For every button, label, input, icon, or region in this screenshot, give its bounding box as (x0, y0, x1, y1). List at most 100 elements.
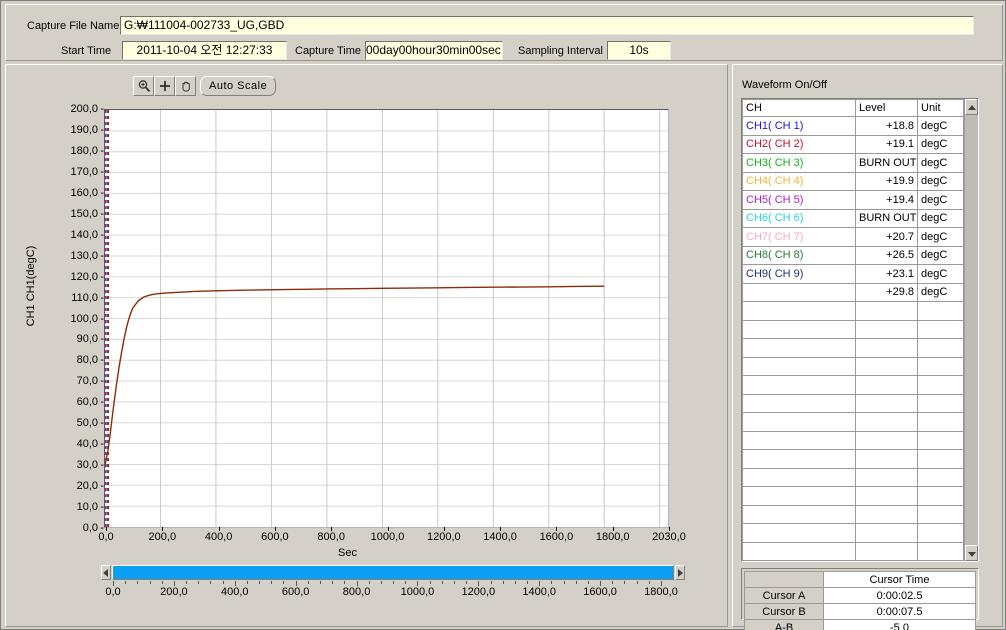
table-row-empty[interactable] (742, 430, 964, 450)
channel-table-container[interactable]: CH Level Unit CH1( CH 1) +18.8 degC CH2( CH… (741, 98, 979, 562)
scroll-left-button[interactable] (101, 565, 111, 580)
table-row-empty[interactable] (742, 375, 964, 395)
table-row[interactable]: CH7( CH 7) +20.7 degC (742, 227, 964, 247)
channel-name-cell[interactable]: CH6( CH 6) (742, 208, 856, 228)
column-header-level[interactable]: Level (855, 99, 918, 117)
plot-container[interactable] (104, 109, 669, 528)
channel-name-cell[interactable]: CH3( CH 3) (742, 153, 856, 173)
channel-unit-cell: degC (917, 227, 964, 247)
crosshair-icon (158, 79, 172, 93)
cursor-row-value: 0:00:02.5 (823, 587, 976, 604)
channel-name-cell[interactable]: CH4( CH 4) (742, 171, 856, 191)
table-row-empty[interactable] (742, 467, 964, 487)
channel-unit-cell: degC (917, 134, 964, 154)
magnifier-zoom-icon (137, 79, 151, 93)
table-row-empty[interactable] (742, 504, 964, 524)
time-scrollbar[interactable] (101, 565, 685, 580)
ruler-tick-label: 400,0 (221, 586, 249, 598)
magnifier-zoom-button[interactable] (133, 76, 154, 96)
channel-unit-cell: degC (917, 282, 964, 302)
channel-scroll-track[interactable] (965, 115, 978, 545)
channel-name-cell[interactable]: CH9( CH 9) (742, 264, 856, 284)
y-axis-tick-label: 90,0- (76, 333, 104, 346)
capture-time-label: Capture Time (295, 45, 362, 57)
ruler-tick-label: 200,0 (160, 586, 188, 598)
table-row[interactable]: CH1( CH 1) +18.8 degC (742, 116, 964, 136)
table-row-empty[interactable] (742, 393, 964, 413)
empty-cell (917, 338, 964, 358)
table-row-empty[interactable] (742, 301, 964, 321)
channel-name-cell[interactable]: CH1( CH 1) (742, 116, 856, 136)
ruler-minor-tick (307, 581, 309, 584)
empty-cell (855, 393, 918, 413)
table-row-empty[interactable] (742, 523, 964, 543)
empty-cell (742, 356, 856, 376)
start-time-field[interactable]: 2011-10-04 오전 12:27:33 (122, 41, 287, 60)
pan-hand-button[interactable] (175, 76, 196, 96)
plot-area[interactable] (104, 109, 669, 528)
table-row-empty[interactable] (742, 486, 964, 506)
y-axis-tick-label: 160,0- (70, 186, 104, 199)
ruler-tick-label: 1000,0 (400, 586, 435, 598)
hand-pan-icon (179, 79, 193, 93)
ruler-minor-tick (466, 581, 468, 584)
ruler-minor-tick (575, 581, 577, 584)
table-row-empty[interactable] (742, 356, 964, 376)
scroll-down-button[interactable] (965, 545, 978, 561)
ruler-minor-tick (441, 581, 443, 584)
ruler-minor-tick (612, 581, 614, 584)
channel-table-scrollbar[interactable] (964, 99, 978, 561)
column-header-unit[interactable]: Unit (917, 99, 964, 117)
ruler-minor-tick (624, 581, 626, 584)
ruler-minor-tick (332, 581, 334, 584)
crosshair-button[interactable] (154, 76, 175, 96)
y-axis-tick-label: 200,0- (70, 103, 104, 115)
cursor-row-value: -5.0 (823, 619, 976, 630)
channel-name-cell[interactable]: CH2( CH 2) (742, 134, 856, 154)
column-header-ch[interactable]: CH (742, 99, 856, 117)
y-axis-tick-label: 50,0- (76, 417, 104, 430)
channel-name-cell[interactable]: CH7( CH 7) (742, 227, 856, 247)
table-row[interactable]: CH5( CH 5) +19.4 degC (742, 190, 964, 210)
ruler-minor-tick (186, 581, 188, 584)
table-row-empty[interactable] (742, 412, 964, 432)
empty-cell (855, 301, 918, 321)
scroll-right-button[interactable] (675, 565, 685, 580)
table-row[interactable]: CH4( CH 4) +19.9 degC (742, 171, 964, 191)
channel-level-cell: +26.5 (855, 245, 918, 265)
capture-file-name-label: Capture File Name (27, 20, 120, 32)
ruler-minor-tick (551, 581, 553, 584)
table-row-empty[interactable] (742, 449, 964, 469)
auto-scale-button[interactable]: Auto Scale (200, 76, 277, 96)
table-row-empty[interactable] (742, 541, 964, 561)
table-row[interactable]: CH9( CH 9) +23.1 degC (742, 264, 964, 284)
cursor-table: Cursor Time Cursor A 0:00:02.5 Cursor B 0:00… (744, 571, 976, 630)
table-row-empty[interactable] (742, 338, 964, 358)
channel-name-cell[interactable]: CH8( CH 8) (742, 245, 856, 265)
ruler-minor-tick (259, 581, 261, 584)
y-axis-tick-label: 60,0- (76, 396, 104, 409)
capture-time-field[interactable]: 00day00hour30min00sec (365, 41, 503, 60)
capture-viewer-window: Capture File Name G:₩111004-002733_UG,GB… (0, 0, 1006, 630)
table-row[interactable]: CH3( CH 3) BURN OUT degC (742, 153, 964, 173)
channel-unit-cell: degC (917, 153, 964, 173)
table-row[interactable]: CH6( CH 6) BURN OUT degC (742, 208, 964, 228)
cursor-header-row: Cursor Time (744, 571, 976, 588)
capture-file-name-field[interactable]: G:₩111004-002733_UG,GBD (120, 16, 974, 35)
sampling-interval-field[interactable]: 10s (607, 41, 671, 60)
cursor-row-label: A-B (744, 619, 824, 630)
table-row[interactable]: CH8( CH 8) +26.5 degC (742, 245, 964, 265)
channel-name-cell[interactable]: CH5( CH 5) (742, 190, 856, 210)
ruler-minor-tick (344, 581, 346, 584)
table-row-empty[interactable] (742, 319, 964, 339)
ruler-minor-tick (648, 581, 650, 584)
scroll-up-button[interactable] (965, 99, 978, 115)
table-row[interactable]: CH2( CH 2) +19.1 degC (742, 134, 964, 154)
capture-info-panel: Capture File Name G:₩111004-002733_UG,GB… (5, 4, 1003, 61)
y-axis-tick-label: 180,0- (70, 144, 104, 157)
channel-level-cell: +19.4 (855, 190, 918, 210)
channel-unit-cell: degC (917, 171, 964, 191)
time-scrollbar-thumb[interactable] (112, 565, 674, 580)
channel-name-cell[interactable]: CH10( CH10) (742, 282, 856, 302)
table-row[interactable]: CH10( CH10) +29.8 degC (742, 282, 964, 302)
